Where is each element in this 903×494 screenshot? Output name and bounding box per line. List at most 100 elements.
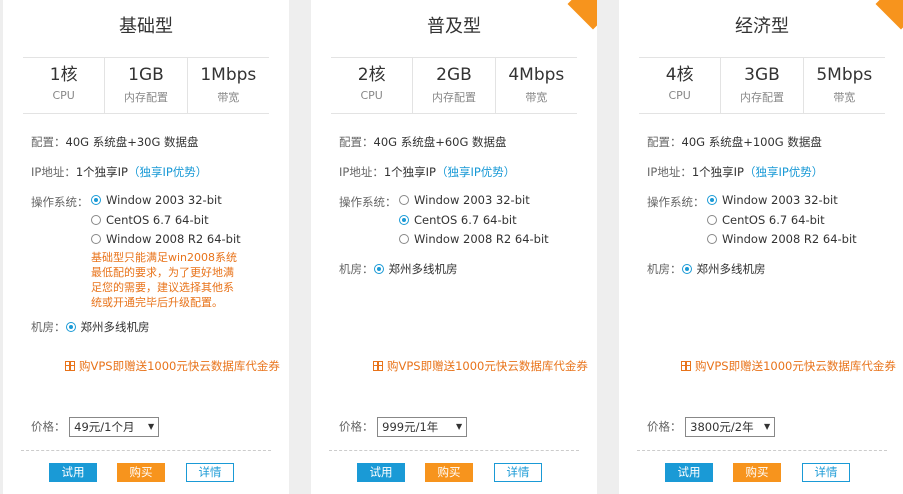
details-button[interactable]: 详情 [802, 463, 850, 482]
ip-advantage-link[interactable]: （独享IP优势） [744, 165, 823, 179]
spec-bandwidth: 4Mbps 带宽 [494, 58, 577, 113]
os-option-centos[interactable]: CentOS 6.7 64-bit [91, 211, 241, 231]
price-select[interactable]: 3800元/2年 ▼ [685, 417, 776, 437]
price-row: 价格： 49元/1个月 ▼ [31, 417, 160, 437]
spec-label: 带宽 [833, 91, 856, 104]
radio-selected-icon[interactable] [91, 195, 101, 205]
config-value: 40G 系统盘+30G 数据盘 [65, 135, 199, 149]
config-row: 配置：40G 系统盘+60G 数据盘 [339, 134, 507, 150]
os-label: 操作系统： [647, 195, 705, 209]
spec-value: 1Mbps [200, 65, 257, 85]
plan-card-basic: 基础型 1核 CPU 1GB 内存配置 1Mbps 带宽 配置：40G 系统盘+… [3, 0, 289, 494]
gift-icon [65, 361, 75, 371]
os-option-win2008[interactable]: Window 2008 R2 64-bit [399, 230, 549, 250]
spec-value: 1核 [49, 65, 78, 85]
divider [329, 450, 579, 451]
radio-selected-icon[interactable] [707, 195, 717, 205]
caret-down-icon: ▼ [456, 422, 463, 431]
config-value: 40G 系统盘+60G 数据盘 [373, 135, 507, 149]
try-button[interactable]: 试用 [357, 463, 405, 482]
buy-button[interactable]: 购买 [117, 463, 165, 482]
radio-icon[interactable] [707, 234, 717, 244]
price-label: 价格： [31, 419, 66, 434]
room-row: 机房： 郑州多线机房 [339, 261, 458, 277]
radio-icon[interactable] [399, 195, 409, 205]
caret-down-icon: ▼ [148, 422, 155, 431]
price-select[interactable]: 999元/1年 ▼ [377, 417, 468, 437]
spec-value: 3GB [744, 65, 780, 85]
os-option-centos[interactable]: CentOS 6.7 64-bit [707, 211, 857, 231]
spec-label: CPU [360, 89, 383, 102]
price-label: 价格： [647, 419, 682, 434]
gift-promo: 购VPS即赠送1000元快云数据库代金券 [373, 352, 593, 380]
radio-selected-icon[interactable] [65, 322, 76, 332]
room-value: 郑州多线机房 [80, 320, 150, 334]
os-option-win2003[interactable]: Window 2003 32-bit [399, 191, 549, 211]
price-select[interactable]: 49元/1个月 ▼ [69, 417, 160, 437]
buy-button[interactable]: 购买 [733, 463, 781, 482]
spec-value: 2GB [436, 65, 472, 85]
os-label: 操作系统： [339, 195, 397, 209]
spec-value: 5Mbps [816, 65, 873, 85]
spec-bandwidth: 1Mbps 带宽 [186, 58, 269, 113]
room-value: 郑州多线机房 [388, 262, 458, 276]
spec-cpu: 2核 CPU [331, 58, 412, 113]
try-button[interactable]: 试用 [49, 463, 97, 482]
radio-selected-icon[interactable] [373, 264, 384, 274]
os-option-win2008[interactable]: Window 2008 R2 64-bit [91, 230, 241, 250]
ip-row: IP地址：1个独享IP（独享IP优势） [647, 164, 823, 180]
os-option-win2003[interactable]: Window 2003 32-bit [707, 191, 857, 211]
spec-table: 1核 CPU 1GB 内存配置 1Mbps 带宽 [23, 57, 269, 114]
divider [21, 450, 271, 451]
room-label: 机房： [647, 262, 682, 276]
os-radio-group: Window 2003 32-bit CentOS 6.7 64-bit Win… [707, 191, 857, 250]
plan-title: 普及型 [427, 16, 481, 37]
radio-icon[interactable] [707, 214, 717, 225]
spec-label: CPU [52, 89, 75, 102]
room-label: 机房： [31, 320, 66, 334]
price-row: 价格： 3800元/2年 ▼ [647, 417, 776, 437]
details-button[interactable]: 详情 [186, 463, 234, 482]
spec-memory: 1GB 内存配置 [104, 58, 186, 113]
spec-label: 内存配置 [431, 91, 476, 104]
spec-label: 内存配置 [123, 91, 168, 104]
room-row: 机房： 郑州多线机房 [647, 261, 766, 277]
gift-icon [681, 361, 691, 371]
gift-icon [373, 361, 383, 371]
os-option-centos[interactable]: CentOS 6.7 64-bit [399, 211, 549, 231]
ip-advantage-link[interactable]: （独享IP优势） [128, 165, 207, 179]
spec-table: 2核 CPU 2GB 内存配置 4Mbps 带宽 [331, 57, 577, 114]
gift-promo: 购VPS即赠送1000元快云数据库代金券 [65, 352, 285, 380]
os-radio-group: Window 2003 32-bit CentOS 6.7 64-bit Win… [91, 191, 241, 250]
ip-row: IP地址：1个独享IP（独享IP优势） [339, 164, 515, 180]
ip-label: IP地址： [339, 165, 384, 179]
config-row: 配置：40G 系统盘+30G 数据盘 [31, 134, 199, 150]
room-label: 机房： [339, 262, 374, 276]
spec-bandwidth: 5Mbps 带宽 [802, 58, 885, 113]
ip-value: 1个独享IP [691, 165, 744, 179]
os-option-win2003[interactable]: Window 2003 32-bit [91, 191, 241, 211]
os-label-row: 操作系统： [31, 194, 89, 210]
try-button[interactable]: 试用 [665, 463, 713, 482]
radio-icon[interactable] [399, 234, 409, 244]
spec-label: 带宽 [525, 91, 548, 104]
radio-selected-icon[interactable] [399, 214, 409, 225]
ip-advantage-link[interactable]: （独享IP优势） [436, 165, 515, 179]
radio-icon[interactable] [91, 234, 101, 244]
plan-card-popular: 普及型 2核 CPU 2GB 内存配置 4Mbps 带宽 配置：40G 系统盘+… [311, 0, 597, 494]
radio-icon[interactable] [91, 214, 101, 225]
ip-row: IP地址：1个独享IP（独享IP优势） [31, 164, 207, 180]
radio-selected-icon[interactable] [681, 264, 692, 274]
buy-button[interactable]: 购买 [425, 463, 473, 482]
spec-label: CPU [668, 89, 691, 102]
spec-cpu: 4核 CPU [639, 58, 720, 113]
os-option-win2008[interactable]: Window 2008 R2 64-bit [707, 230, 857, 250]
spec-value: 4Mbps [508, 65, 565, 85]
gift-promo: 购VPS即赠送1000元快云数据库代金券 [681, 352, 901, 380]
config-label: 配置： [339, 135, 374, 149]
os-label: 操作系统： [31, 195, 89, 209]
details-button[interactable]: 详情 [494, 463, 542, 482]
spec-cpu: 1核 CPU [23, 58, 104, 113]
spec-label: 带宽 [217, 91, 240, 104]
plan-title: 基础型 [119, 16, 173, 37]
